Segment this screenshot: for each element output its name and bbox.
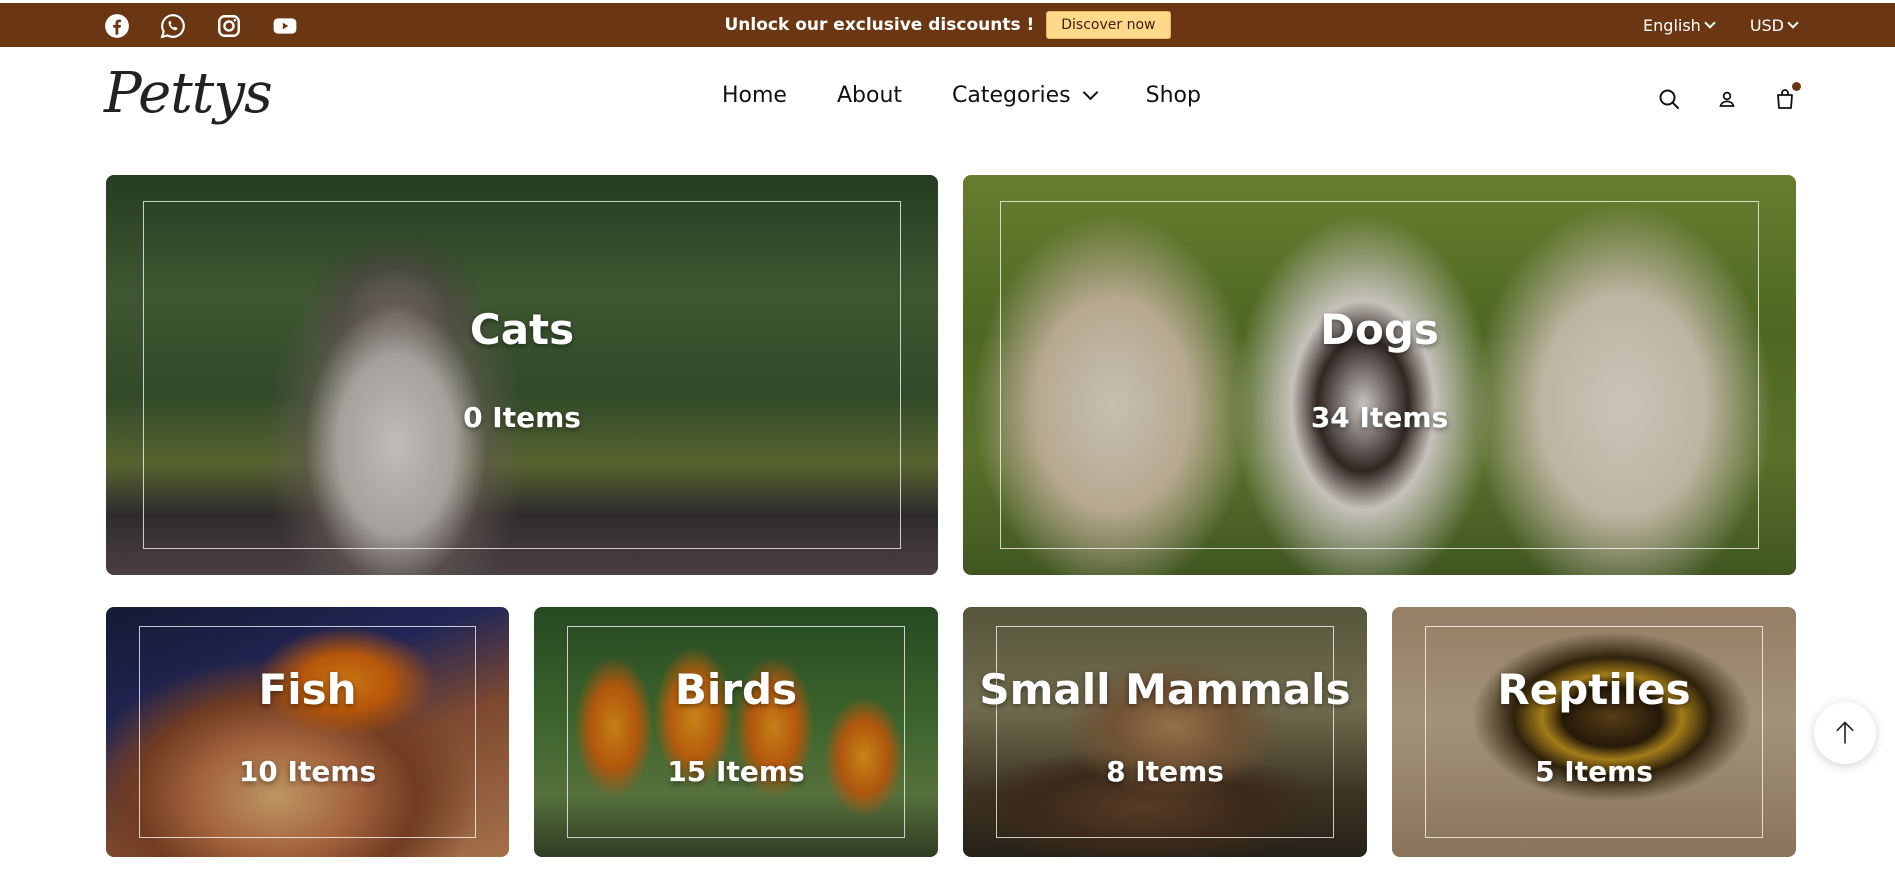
chevron-down-icon (1082, 84, 1098, 100)
announcement-bar: Unlock our exclusive discounts ! Discove… (0, 3, 1895, 47)
cart-button[interactable] (1773, 82, 1801, 111)
category-count: 10 Items (238, 755, 377, 788)
category-count: 0 Items (463, 401, 581, 434)
nav-categories[interactable]: Categories (952, 83, 1098, 108)
currency-selector[interactable]: USD (1749, 15, 1799, 35)
card-frame (139, 626, 476, 838)
category-count: 34 Items (1310, 401, 1449, 434)
language-selector[interactable]: English (1643, 15, 1716, 35)
category-count: 8 Items (1106, 755, 1224, 788)
category-count: 5 Items (1535, 755, 1653, 788)
language-label: English (1643, 15, 1701, 35)
card-frame (1000, 201, 1759, 549)
category-title: Reptiles (1497, 665, 1691, 714)
scroll-to-top-button[interactable] (1814, 702, 1876, 764)
category-title: Birds (674, 665, 798, 714)
nav-home[interactable]: Home (722, 83, 787, 108)
category-title: Dogs (1320, 305, 1439, 354)
category-card-dogs[interactable]: Dogs 34 Items (963, 175, 1796, 575)
category-card-small-mammals[interactable]: Small Mammals 8 Items (963, 607, 1367, 857)
nav-categories-label: Categories (952, 83, 1071, 108)
promo-text: Unlock our exclusive discounts ! (724, 15, 1035, 35)
card-frame (996, 626, 1334, 838)
header-actions (1657, 82, 1801, 111)
cart-badge (1792, 82, 1801, 91)
search-icon[interactable] (1657, 87, 1681, 111)
currency-label: USD (1749, 15, 1784, 35)
category-card-birds[interactable]: Birds 15 Items (534, 607, 938, 857)
promo: Unlock our exclusive discounts ! Discove… (0, 3, 1895, 47)
category-title: Fish (258, 665, 357, 714)
main-nav: Home About Categories Shop (722, 83, 1201, 108)
site-header: Pettys Home About Categories Shop (0, 47, 1895, 157)
discover-now-button[interactable]: Discover now (1046, 11, 1171, 39)
user-icon[interactable] (1715, 87, 1739, 111)
category-count: 15 Items (667, 755, 805, 788)
logo[interactable]: Pettys (104, 61, 273, 126)
nav-shop[interactable]: Shop (1146, 83, 1201, 108)
nav-about[interactable]: About (837, 83, 902, 108)
category-title: Cats (469, 305, 575, 354)
chevron-down-icon (1704, 16, 1716, 29)
card-frame (143, 201, 901, 549)
category-card-reptiles[interactable]: Reptiles 5 Items (1392, 607, 1796, 857)
category-card-fish[interactable]: Fish 10 Items (106, 607, 509, 857)
card-frame (567, 626, 905, 838)
chevron-down-icon (1787, 16, 1799, 29)
category-card-cats[interactable]: Cats 0 Items (106, 175, 938, 575)
category-title: Small Mammals (979, 665, 1351, 714)
arrow-up-icon (1836, 721, 1854, 744)
shopping-bag-icon (1777, 89, 1793, 109)
card-frame (1425, 626, 1763, 838)
locale-selectors: English USD (1643, 3, 1799, 47)
